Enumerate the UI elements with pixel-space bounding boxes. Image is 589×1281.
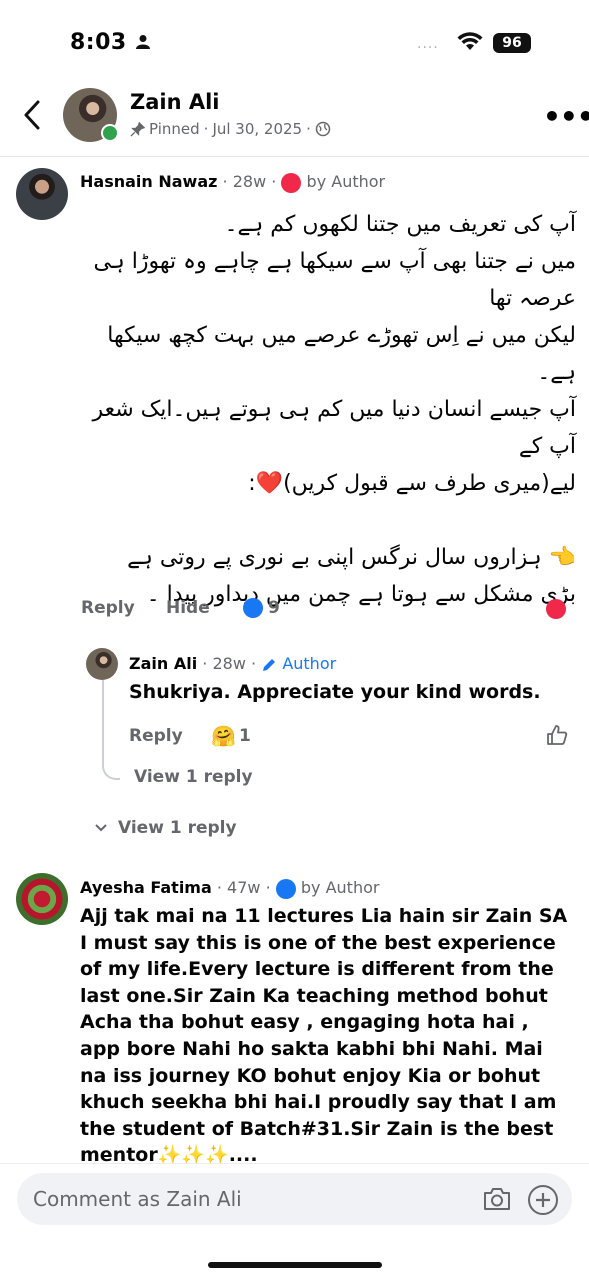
author-badge: by Author (300, 878, 380, 897)
comment-line: آپ کی تعریف میں جتنا لکھوں کم ہے۔ (224, 212, 576, 237)
status-time: 8:03 (70, 30, 127, 55)
comment-body: Ajj tak mai na 11 lectures Lia hain sir … (80, 905, 568, 1167)
pencil-icon (263, 658, 276, 671)
comment-body: آپ کی تعریف میں جتنا لکھوں کم ہے۔ میں نے… (78, 206, 576, 613)
author-badge: Author (282, 654, 337, 673)
home-indicator (208, 1262, 382, 1268)
view-reply-link[interactable]: View 1 reply (134, 767, 253, 787)
thread-line (102, 680, 120, 780)
separator: · (216, 878, 222, 897)
comment-header: Hasnain Nawaz · 28w · by Author (80, 172, 385, 193)
heart-icon (281, 172, 302, 193)
reply-button[interactable]: Reply (129, 726, 183, 746)
comment-line: بڑی مشکل سے ہوتا ہے چمن میں دیداور پیدا … (146, 582, 576, 607)
reply-button[interactable]: Reply (81, 598, 135, 618)
header-divider (0, 156, 589, 157)
comment-header: Ayesha Fatima · 47w · by Author (80, 878, 379, 899)
header-name[interactable]: Zain Ali (130, 90, 220, 114)
thumbs-up-outline-icon[interactable] (546, 724, 568, 746)
separator: · (265, 878, 271, 897)
post-date: Jul 30, 2025 (212, 120, 303, 138)
reply-author[interactable]: Zain Ali (129, 654, 197, 673)
person-icon (136, 35, 150, 49)
comment-line: آپ جیسے انسان دنیا میں کم ہی ہوتے ہیں۔ای… (92, 397, 576, 459)
battery-indicator: 96 (493, 33, 531, 53)
reply-header: Zain Ali · 28w · Author (129, 654, 336, 673)
comment-line: میں نے جتنا بھی آپ سے سیکھا ہے چاہے وہ ت… (93, 249, 576, 311)
pinned-label: Pinned (149, 120, 200, 138)
avatar[interactable] (86, 648, 118, 680)
separator: · (202, 654, 208, 673)
wifi-icon (457, 32, 483, 50)
separator: · (271, 172, 277, 191)
separator: · (251, 654, 257, 673)
online-indicator (101, 124, 119, 142)
pin-icon (130, 121, 145, 137)
reply-age: 28w (212, 654, 246, 673)
header-meta: Pinned · Jul 30, 2025 · (130, 120, 331, 138)
comment-author[interactable]: Hasnain Nawaz (80, 172, 217, 191)
separator: · (222, 172, 228, 191)
like-icon (275, 878, 296, 899)
comment-placeholder: Comment as Zain Ali (33, 1187, 242, 1211)
heart-icon[interactable] (546, 598, 566, 619)
more-icon[interactable]: ••• (543, 100, 589, 133)
camera-icon[interactable] (482, 1185, 512, 1213)
author-badge: by Author (306, 172, 386, 191)
reply-body: Shukriya. Appreciate your kind words. (129, 681, 541, 703)
like-icon (243, 598, 263, 618)
comment-line (78, 502, 576, 539)
avatar[interactable] (16, 168, 68, 220)
reaction-count[interactable]: 1 (239, 726, 251, 746)
separator: · (203, 120, 209, 138)
care-reaction-icon: 🤗 (211, 724, 236, 748)
globe-icon (315, 121, 331, 137)
add-circle-icon[interactable] (527, 1184, 559, 1216)
hide-button[interactable]: Hide (166, 598, 210, 618)
comment-line: لیے(میری طرف سے قبول کریں)❤️: (248, 471, 576, 496)
signal-dots: .... (417, 36, 439, 52)
comment-age: 47w (227, 878, 261, 897)
view-reply-link[interactable]: View 1 reply (118, 818, 237, 838)
separator: · (306, 120, 311, 138)
comment-author[interactable]: Ayesha Fatima (80, 878, 212, 897)
avatar[interactable] (16, 873, 68, 925)
comment-line: 👈 ہزاروں سال نرگس اپنی بے نوری پے روتی ہ… (127, 545, 576, 570)
like-count[interactable]: 9 (268, 598, 280, 618)
chevron-down-icon (95, 824, 107, 832)
comment-line: لیکن میں نے اِس تھوڑے عرصے میں بہت کچھ س… (107, 323, 576, 385)
back-chevron-icon[interactable] (22, 100, 42, 130)
comment-age: 28w (232, 172, 267, 191)
